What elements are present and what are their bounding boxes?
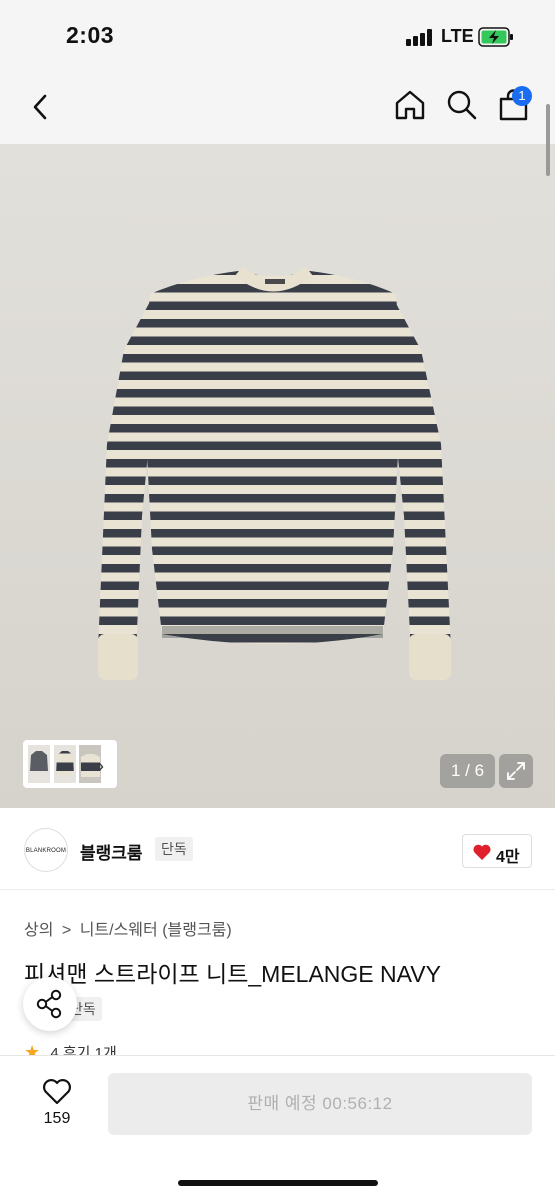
network-label: LTE	[441, 26, 474, 46]
bottom-action-bar: 159 판매 예정 00:56:12	[0, 1055, 555, 1200]
sweater-image	[0, 144, 555, 808]
search-icon[interactable]	[445, 88, 479, 122]
breadcrumb-category[interactable]: 상의	[24, 922, 53, 939]
page-counter: 1 / 6	[440, 754, 495, 788]
home-indicator	[178, 1180, 378, 1186]
heart-outline-icon[interactable]	[41, 1076, 73, 1106]
thumbnail-1[interactable]	[28, 745, 50, 783]
breadcrumb: 상의 > 니트/스웨터 (블랭크룸)	[24, 916, 236, 940]
chevron-right-icon[interactable]: ›	[98, 756, 104, 777]
nav-bar	[0, 72, 555, 144]
back-icon[interactable]	[26, 90, 56, 124]
scrollbar-thumb[interactable]	[546, 104, 550, 176]
product-image[interactable]	[0, 144, 555, 808]
brand-logo[interactable]: BLANKROOM	[24, 828, 68, 872]
product-title: 피셔맨 스트라이프 니트_MELANGE NAVY	[24, 961, 441, 987]
wish-count: 159	[43, 1110, 71, 1127]
share-icon[interactable]	[23, 977, 77, 1031]
battery-icon	[478, 27, 513, 47]
brand-like-count: 4만	[496, 849, 520, 866]
thumbnail-2[interactable]	[54, 745, 76, 783]
breadcrumb-separator: >	[61, 922, 72, 939]
signal-icon	[406, 29, 434, 46]
sale-scheduled-button[interactable]: 판매 예정 00:56:12	[108, 1073, 532, 1135]
brand-like-button[interactable]: 4만	[462, 834, 532, 868]
status-bar: 2:03 LTE	[0, 0, 555, 72]
home-icon[interactable]	[393, 88, 427, 122]
breadcrumb-subcategory[interactable]: 니트/스웨터 (블랭크룸)	[80, 922, 232, 939]
heart-icon	[473, 844, 491, 860]
status-time: 2:03	[66, 22, 115, 48]
brand-row[interactable]: BLANKROOM 블랭크룸 단독 4만	[0, 808, 555, 890]
brand-exclusive-tag: 단독	[155, 837, 193, 861]
expand-icon[interactable]	[499, 754, 533, 788]
cart-badge: 1	[512, 86, 532, 106]
brand-name[interactable]: 블랭크룸	[80, 839, 143, 864]
